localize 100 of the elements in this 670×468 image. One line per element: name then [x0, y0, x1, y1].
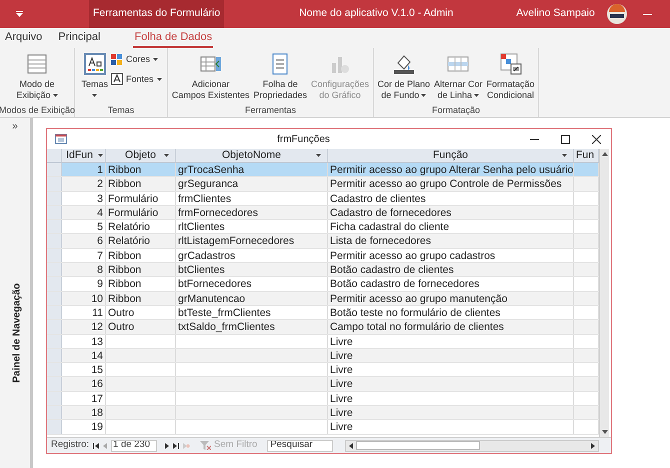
table-cell: 13 [91, 336, 103, 348]
table-cell: Outro [108, 306, 134, 319]
form-icon [55, 134, 67, 144]
search-field[interactable]: Pesquisar [267, 440, 334, 452]
scroll-thumb[interactable] [356, 441, 480, 450]
sort-caret-icon [164, 154, 169, 157]
previous-record-icon[interactable] [103, 442, 108, 448]
sort-caret-icon [316, 154, 321, 157]
table-cell: Relatório [108, 221, 150, 234]
last-record-icon[interactable] [173, 442, 180, 448]
minimize-icon[interactable] [530, 138, 539, 140]
user-name: Avelino Sampaio [516, 6, 595, 22]
row-selector[interactable] [47, 206, 62, 220]
ribbon-button[interactable]: Fontes [111, 72, 162, 86]
record-label: Registro: [51, 438, 90, 452]
table-cell: 7 [97, 250, 103, 262]
row-selector[interactable] [47, 320, 62, 334]
row-selector[interactable] [47, 277, 62, 291]
table-cell: Ribbon [108, 164, 142, 176]
table-cell: btFornecedores [178, 278, 252, 290]
ribbon-button[interactable]: Adicionar Campos Existentes [170, 51, 250, 101]
view-icon [26, 53, 48, 75]
vertical-scrollbar[interactable] [599, 149, 609, 437]
row-selector[interactable] [47, 248, 62, 262]
table-cell: 17 [91, 392, 103, 405]
column-header[interactable]: Objeto [106, 149, 176, 162]
column-header[interactable]: IdFun [62, 149, 106, 162]
row-selector[interactable] [47, 363, 62, 376]
record-position-field[interactable]: 1 de 230 [111, 440, 158, 452]
group-label: Formatação [432, 104, 480, 117]
ribbon-button[interactable]: Temas [80, 51, 109, 97]
table-cell: 6 [97, 235, 103, 248]
table-cell: frmFornecedores [178, 206, 258, 219]
conditional-format-icon [500, 53, 522, 75]
table-cell: 11 [92, 306, 103, 319]
table-cell: Permitir acesso ao grupo manutenção [330, 292, 508, 305]
table-cell: Ribbon [108, 278, 142, 290]
table-cell: Relatório [108, 235, 150, 248]
ribbon-button[interactable]: Modo de Exibição [15, 51, 59, 101]
quick-access-caret-icon[interactable] [16, 11, 23, 17]
scroll-left-icon [349, 442, 354, 448]
scroll-up-icon [602, 152, 608, 156]
row-selector[interactable] [47, 163, 62, 176]
maximize-icon[interactable] [561, 134, 570, 144]
caret-icon [421, 94, 426, 97]
table-cell: Cadastro de fornecedores [330, 206, 452, 219]
first-record-icon[interactable] [93, 442, 100, 448]
theme-icon [84, 53, 106, 75]
avatar-icon [606, 4, 627, 24]
ribbon-button[interactable]: Cores [111, 53, 162, 66]
group-label: Temas [108, 104, 134, 117]
font-icon [111, 73, 123, 86]
table-cell: 2 [97, 178, 103, 190]
ribbon-tab[interactable]: Principal [57, 29, 102, 48]
caret-icon [156, 78, 162, 81]
row-selector[interactable] [47, 377, 62, 391]
row-selector[interactable] [47, 177, 62, 191]
window-title: Nome do aplicativo V.1.0 - Admin [298, 6, 454, 22]
table-cell: 10 [91, 292, 103, 305]
column-header[interactable]: ObjetoNome [176, 149, 328, 162]
table-cell: btTeste_frmClientes [178, 306, 271, 319]
sort-caret-icon [562, 154, 567, 157]
horizontal-scrollbar[interactable] [345, 440, 599, 452]
table-cell: grManutencao [178, 292, 246, 305]
table-cell: rltClientes [178, 221, 225, 234]
row-selector[interactable] [47, 392, 62, 406]
close-icon[interactable] [592, 134, 601, 144]
table-cell: 12 [91, 321, 103, 334]
table-cell: Ribbon [108, 264, 142, 276]
table-cell: Botão teste no formulário de clientes [330, 306, 500, 319]
caret-icon [52, 94, 58, 97]
table-cell: Cadastro de clientes [330, 192, 426, 205]
table-cell: Ribbon [108, 292, 142, 305]
ribbon-button[interactable]: Cor de Plano de Fundo [376, 51, 431, 101]
row-selector[interactable] [47, 220, 62, 234]
table-cell: Livre [330, 421, 353, 434]
row-selector[interactable] [47, 420, 62, 434]
table-cell: Livre [330, 407, 353, 420]
row-selector[interactable] [47, 334, 62, 348]
new-record-icon[interactable] [183, 442, 190, 448]
ribbon-button[interactable]: Alternar Cor de Linha [433, 51, 484, 101]
ribbon-button[interactable]: Folha de Propriedades [252, 51, 308, 101]
ribbon-button[interactable]: Formatação Condicional [486, 51, 536, 101]
row-selector[interactable] [47, 292, 62, 305]
table-cell: 9 [97, 278, 103, 290]
expand-button[interactable]: » [12, 119, 18, 134]
caret-icon [474, 94, 480, 97]
row-selector[interactable] [47, 263, 62, 276]
ribbon-tab[interactable]: Arquivo [4, 29, 44, 48]
table-cell: Livre [330, 392, 353, 405]
row-selector[interactable] [47, 306, 62, 320]
row-selector[interactable] [47, 192, 62, 205]
row-selector[interactable] [47, 406, 62, 420]
row-selector[interactable] [47, 348, 62, 362]
group-label: Modos de Exibição [0, 104, 76, 117]
row-selector[interactable] [47, 234, 62, 248]
table-cell: Formulário [108, 206, 158, 219]
next-record-icon[interactable] [165, 442, 170, 448]
column-header[interactable]: Função [328, 149, 574, 162]
table-cell: 3 [97, 192, 103, 205]
